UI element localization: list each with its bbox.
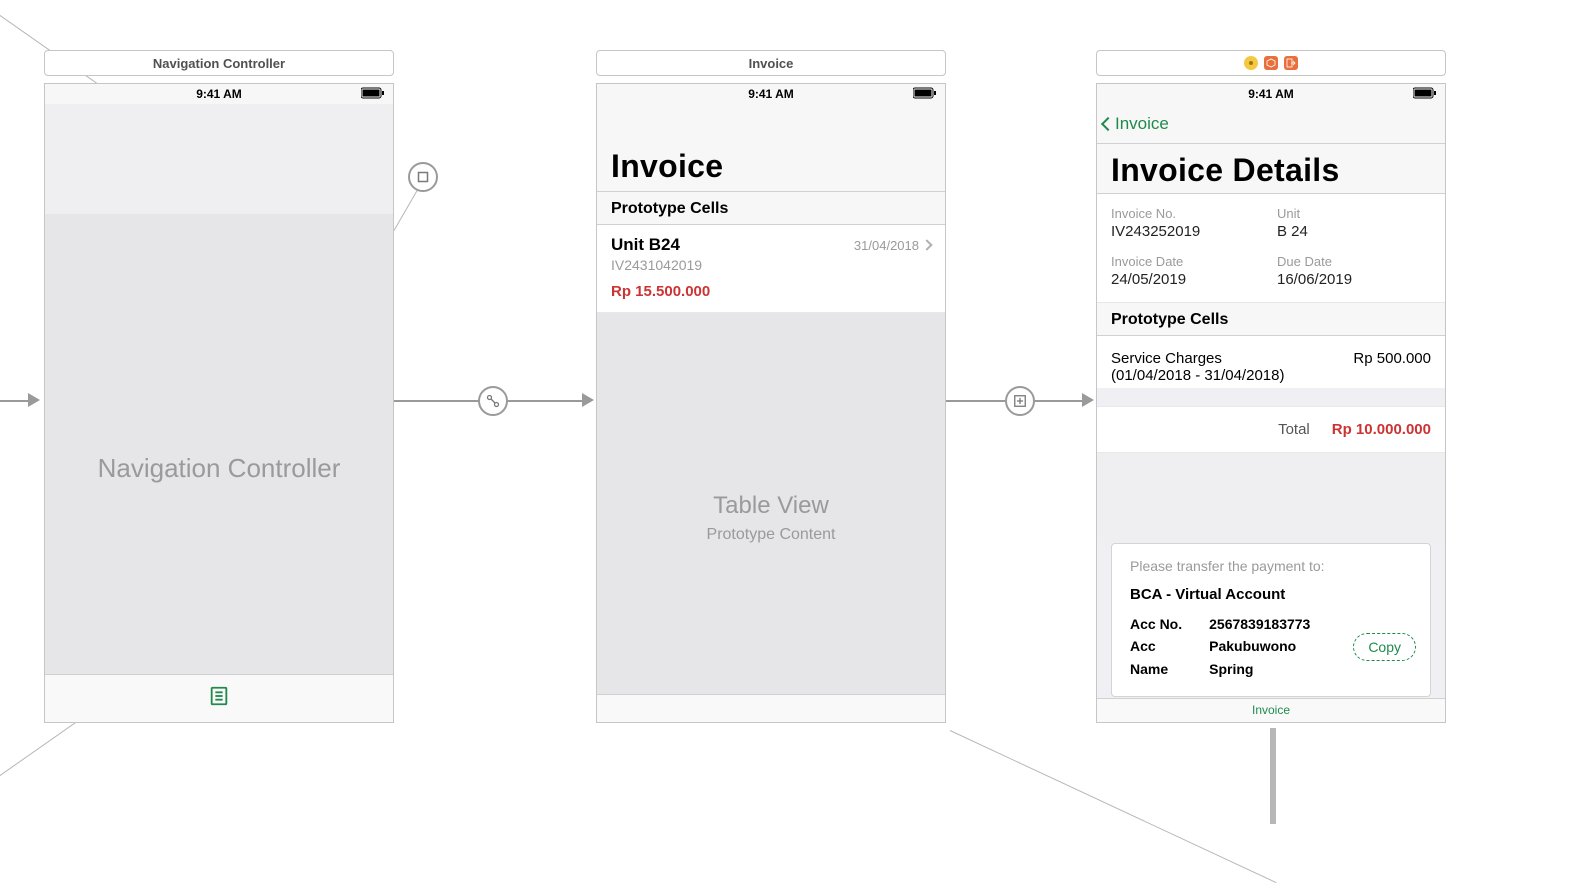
- device-frame: 9:41 AM Invoice Invoice Details Invoice …: [1096, 83, 1446, 723]
- cell-invoice-no: IV2431042019: [611, 257, 931, 273]
- field-unit: Unit B 24: [1277, 206, 1431, 240]
- line-item-amount: Rp 500.000: [1353, 350, 1431, 384]
- nav-controller-placeholder: Navigation Controller: [45, 214, 393, 722]
- line-item-desc: Service Charges (01/04/2018 - 31/04/2018…: [1111, 350, 1301, 384]
- scene-badge-yellow-icon: [1244, 56, 1258, 70]
- payment-info-box: Please transfer the payment to: BCA - Vi…: [1111, 543, 1431, 697]
- section-header: Prototype Cells: [1097, 303, 1445, 336]
- scene-invoice: Invoice 9:41 AM Invoice Prototype Cells …: [596, 50, 946, 723]
- tab-bar: Invoice: [1097, 698, 1445, 722]
- spacer: [1097, 453, 1445, 543]
- battery-icon: [1413, 87, 1437, 102]
- scene-title-bar[interactable]: [1096, 50, 1446, 76]
- scene-title-bar[interactable]: Invoice: [596, 50, 946, 76]
- invoice-cell[interactable]: Unit B24 31/04/2018 IV2431042019 Rp 15.5…: [597, 225, 945, 313]
- segue-badge-relationship[interactable]: [478, 386, 508, 416]
- status-bar: 9:41 AM: [45, 84, 393, 104]
- total-label: Total: [1278, 421, 1310, 438]
- payment-values: 2567839183773 Pakubuwono Spring: [1209, 613, 1339, 680]
- nav-bar-placeholder: [45, 104, 393, 214]
- tab-label[interactable]: Invoice: [1252, 703, 1290, 717]
- detail-info-grid: Invoice No. IV243252019 Unit B 24 Invoic…: [1097, 194, 1445, 303]
- scene-badge-cube-icon: [1264, 56, 1278, 70]
- scene-title-bar[interactable]: Navigation Controller: [44, 50, 394, 76]
- segue-badge-show[interactable]: [1005, 386, 1035, 416]
- status-time: 9:41 AM: [1248, 87, 1294, 101]
- field-invoice-date: Invoice Date 24/05/2019: [1111, 254, 1265, 288]
- list-icon[interactable]: [208, 685, 230, 712]
- nav-bar: Invoice: [597, 104, 945, 192]
- large-title: Invoice: [611, 148, 723, 185]
- chevron-left-icon: [1101, 116, 1115, 130]
- payment-bank: BCA - Virtual Account: [1130, 586, 1416, 603]
- total-amount: Rp 10.000.000: [1332, 421, 1431, 438]
- line-item[interactable]: Service Charges (01/04/2018 - 31/04/2018…: [1097, 336, 1445, 388]
- copy-button[interactable]: Copy: [1353, 633, 1416, 661]
- battery-icon: [913, 87, 937, 102]
- cell-amount: Rp 15.500.000: [611, 283, 931, 300]
- section-header: Prototype Cells: [597, 192, 945, 225]
- large-title: Invoice Details: [1097, 144, 1445, 194]
- cell-unit-title: Unit B24: [611, 235, 680, 255]
- scene-navigation-controller: Navigation Controller 9:41 AM Navigation…: [44, 50, 394, 723]
- field-due-date: Due Date 16/06/2019: [1277, 254, 1431, 288]
- scene-title-label: Navigation Controller: [153, 56, 285, 71]
- tab-bar: [45, 674, 393, 722]
- scene-invoice-details: 9:41 AM Invoice Invoice Details Invoice …: [1096, 50, 1446, 723]
- total-row: Total Rp 10.000.000: [1097, 406, 1445, 453]
- status-time: 9:41 AM: [196, 87, 242, 101]
- device-frame: 9:41 AM Navigation Controller: [44, 83, 394, 723]
- tab-bar: [597, 694, 945, 722]
- back-label: Invoice: [1115, 114, 1169, 134]
- cell-date: 31/04/2018: [854, 238, 931, 253]
- status-bar: 9:41 AM: [1097, 84, 1445, 104]
- device-frame: 9:41 AM Invoice Prototype Cells Unit B24…: [596, 83, 946, 723]
- nav-bar: Invoice: [1097, 104, 1445, 144]
- scene-badge-exit-icon: [1284, 56, 1298, 70]
- table-view-placeholder: Table View Prototype Content: [597, 313, 945, 722]
- chevron-right-icon: [921, 239, 932, 250]
- scene-title-label: Invoice: [749, 56, 794, 71]
- status-time: 9:41 AM: [748, 87, 794, 101]
- segue-badge-root[interactable]: [408, 162, 438, 192]
- status-bar: 9:41 AM: [597, 84, 945, 104]
- back-button[interactable]: Invoice: [1103, 114, 1169, 134]
- field-invoice-no: Invoice No. IV243252019: [1111, 206, 1265, 240]
- payment-labels: Acc No. Acc Name: [1130, 613, 1195, 680]
- payment-hint: Please transfer the payment to:: [1130, 558, 1416, 574]
- battery-icon: [361, 87, 385, 102]
